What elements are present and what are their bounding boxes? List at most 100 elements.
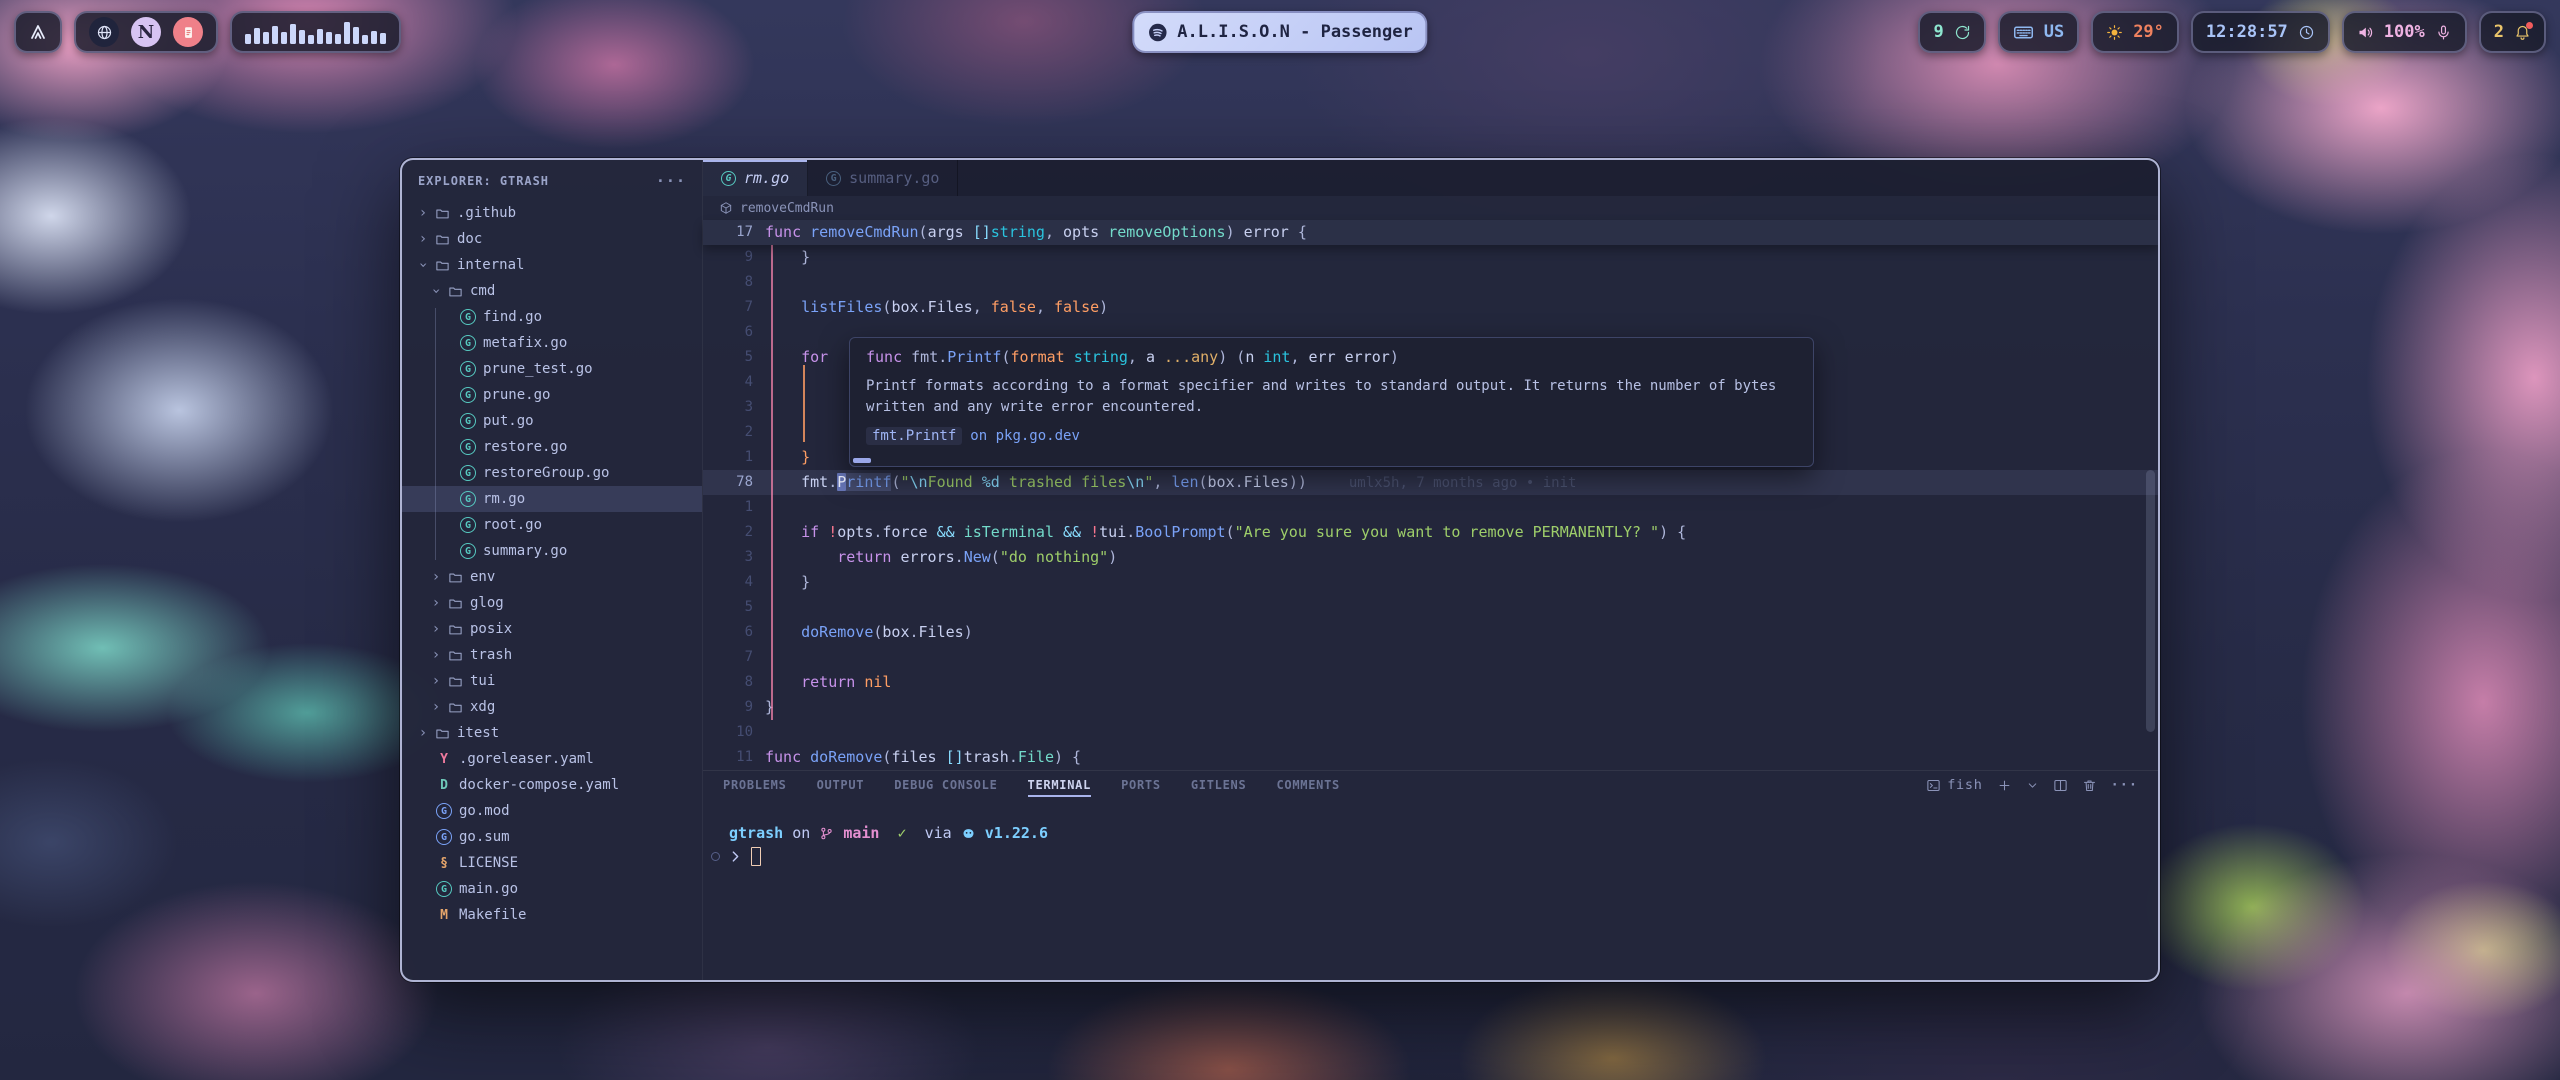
code-token: File xyxy=(1018,748,1054,766)
panel-more-icon[interactable]: ··· xyxy=(2111,777,2138,793)
panel-tab-comments[interactable]: COMMENTS xyxy=(1276,773,1340,797)
code-line-current[interactable]: 78 fmt.Printf("\nFound %d trashed files\… xyxy=(703,470,2158,495)
code-line[interactable]: 10 xyxy=(703,720,2158,745)
code-text: } xyxy=(765,695,774,720)
tree-item-put.go[interactable]: Gput.go xyxy=(402,408,702,434)
tree-item-Makefile[interactable]: MMakefile xyxy=(402,902,702,928)
code-line[interactable]: 9 } xyxy=(703,245,2158,270)
tree-item-label: put.go xyxy=(483,413,534,429)
audio-pill[interactable]: 100% xyxy=(2342,11,2467,53)
code-line[interactable]: 7 listFiles(box.Files, false, false) xyxy=(703,295,2158,320)
indent-guide-for-scope xyxy=(803,365,805,442)
notion-icon[interactable]: N xyxy=(131,17,161,47)
tab-summary.go[interactable]: Gsummary.go xyxy=(808,160,958,196)
vscode-window: EXPLORER: GTRASH ··· ›.github›doc›intern… xyxy=(400,158,2160,982)
tree-item-label: tui xyxy=(470,673,495,689)
split-terminal-icon[interactable] xyxy=(2053,778,2068,793)
new-terminal-icon[interactable] xyxy=(1997,778,2012,793)
panel-tab-problems[interactable]: PROBLEMS xyxy=(723,773,787,797)
updates-pill[interactable]: 9 xyxy=(1918,11,1985,53)
code-line[interactable]: 8 return nil xyxy=(703,670,2158,695)
globe-icon[interactable] xyxy=(89,17,119,47)
chevron-right-icon: › xyxy=(418,725,428,741)
tree-item-restore.go[interactable]: Grestore.go xyxy=(402,434,702,460)
code-token: listFiles xyxy=(801,298,882,316)
keyboard-layout-pill[interactable]: US xyxy=(1998,11,2079,53)
tree-item-internal[interactable]: ›internal xyxy=(402,252,702,278)
tree-item-rm.go[interactable]: Grm.go xyxy=(402,486,702,512)
code-token: false xyxy=(991,298,1036,316)
status-modules: 9 US 29° 12:28:57 100% xyxy=(1918,11,2546,53)
breadcrumb[interactable]: removeCmdRun xyxy=(703,196,2158,220)
panel-tab-terminal[interactable]: TERMINAL xyxy=(1028,773,1092,797)
chevron-down-icon[interactable] xyxy=(2026,779,2039,792)
code-line[interactable]: 5 xyxy=(703,595,2158,620)
chevron-right-icon: › xyxy=(418,205,428,221)
tree-item-.github[interactable]: ›.github xyxy=(402,200,702,226)
tab-label: summary.go xyxy=(849,169,939,187)
tree-item-find.go[interactable]: Gfind.go xyxy=(402,304,702,330)
desktop: { "topbar": { "launcher": { "icon": "arr… xyxy=(0,0,2560,1080)
code-line[interactable]: 9} xyxy=(703,695,2158,720)
panel-tab-ports[interactable]: PORTS xyxy=(1121,773,1161,797)
tree-item-root.go[interactable]: Groot.go xyxy=(402,512,702,538)
pkg-go-dev-link[interactable]: on pkg.go.dev xyxy=(970,428,1080,444)
tree-item-.goreleaser.yaml[interactable]: Y.goreleaser.yaml xyxy=(402,746,702,772)
explorer-more-icon[interactable]: ··· xyxy=(656,172,686,190)
tree-item-metafix.go[interactable]: Gmetafix.go xyxy=(402,330,702,356)
tree-item-itest[interactable]: ›itest xyxy=(402,720,702,746)
visualizer-bar xyxy=(344,22,350,44)
editor-scrollbar[interactable] xyxy=(2146,470,2155,732)
tree-item-prune_test.go[interactable]: Gprune_test.go xyxy=(402,356,702,382)
code-token: , xyxy=(1290,348,1308,366)
tree-item-docker-compose.yaml[interactable]: Ddocker-compose.yaml xyxy=(402,772,702,798)
tree-item-xdg[interactable]: ›xdg xyxy=(402,694,702,720)
tree-item-summary.go[interactable]: Gsummary.go xyxy=(402,538,702,564)
tree-item-go.sum[interactable]: Ggo.sum xyxy=(402,824,702,850)
code-line[interactable]: 7 xyxy=(703,645,2158,670)
code-line[interactable]: 1 xyxy=(703,495,2158,520)
tree-item-prune.go[interactable]: Gprune.go xyxy=(402,382,702,408)
tree-item-cmd[interactable]: ›cmd xyxy=(402,278,702,304)
launcher-pill[interactable] xyxy=(14,11,62,53)
document-icon[interactable] xyxy=(173,17,203,47)
code-line[interactable]: 6 doRemove(box.Files) xyxy=(703,620,2158,645)
code-token: , xyxy=(973,298,991,316)
panel-tab-output[interactable]: OUTPUT xyxy=(817,773,865,797)
weather-pill[interactable]: 29° xyxy=(2091,11,2179,53)
panel-tab-gitlens[interactable]: GITLENS xyxy=(1191,773,1247,797)
code-line[interactable]: 11func doRemove(files []trash.File) { xyxy=(703,745,2158,770)
code-line[interactable]: 8 xyxy=(703,270,2158,295)
code-line[interactable]: 3 return errors.New("do nothing") xyxy=(703,545,2158,570)
tree-item-env[interactable]: ›env xyxy=(402,564,702,590)
tree-item-restoreGroup.go[interactable]: GrestoreGroup.go xyxy=(402,460,702,486)
line-number: 8 xyxy=(703,270,753,295)
code-token: P xyxy=(837,473,846,491)
tooltip-doc-link[interactable]: fmt.Printfon pkg.go.dev xyxy=(866,427,1797,445)
tree-item-main.go[interactable]: Gmain.go xyxy=(402,876,702,902)
now-playing-pill[interactable]: A.L.I.S.O.N - Passenger xyxy=(1132,11,1427,53)
kill-terminal-icon[interactable] xyxy=(2082,778,2097,793)
editor-body[interactable]: 17 func removeCmdRun(args []string, opts… xyxy=(703,220,2158,770)
tree-item-trash[interactable]: ›trash xyxy=(402,642,702,668)
tree-item-posix[interactable]: ›posix xyxy=(402,616,702,642)
tree-item-doc[interactable]: ›doc xyxy=(402,226,702,252)
shell-selector[interactable]: fish xyxy=(1926,777,1982,793)
panel-tab-debug-console[interactable]: DEBUG CONSOLE xyxy=(894,773,997,797)
folder-icon xyxy=(448,648,463,663)
terminal-input-row[interactable] xyxy=(729,847,2158,866)
code-line[interactable]: 2 if !opts.force && isTerminal && !tui.B… xyxy=(703,520,2158,545)
clock-pill[interactable]: 12:28:57 xyxy=(2191,11,2330,53)
tab-rm.go[interactable]: Grm.go xyxy=(703,160,808,196)
code-token: len xyxy=(1171,473,1198,491)
tree-item-go.mod[interactable]: Ggo.mod xyxy=(402,798,702,824)
terminal[interactable]: gtrash on main ✓ via v1.22.6 xyxy=(703,799,2158,980)
tree-item-LICENSE[interactable]: §LICENSE xyxy=(402,850,702,876)
tree-item-glog[interactable]: ›glog xyxy=(402,590,702,616)
code-token: doRemove xyxy=(801,623,873,641)
line-number: 9 xyxy=(703,245,753,270)
tree-item-tui[interactable]: ›tui xyxy=(402,668,702,694)
code-line[interactable]: 4 } xyxy=(703,570,2158,595)
notifications-pill[interactable]: 2 xyxy=(2479,11,2546,53)
tree-item-label: xdg xyxy=(470,699,495,715)
